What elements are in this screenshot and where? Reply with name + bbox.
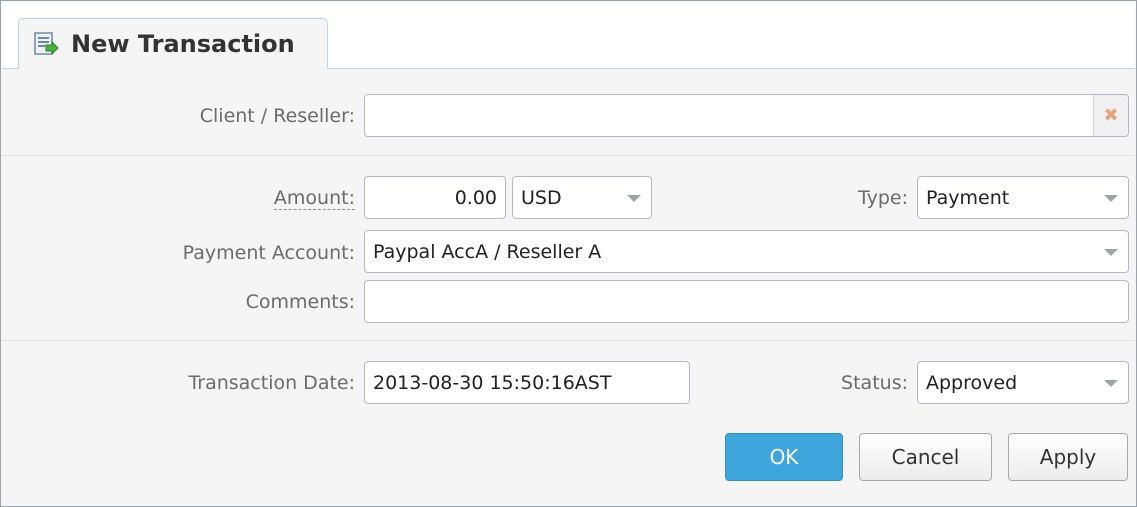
payment-account-label: Payment Account: — [182, 242, 355, 264]
amount-label: Amount: — [273, 187, 355, 210]
status-select[interactable]: Approved — [917, 361, 1129, 404]
client-reseller-input[interactable]: ✖ — [364, 94, 1129, 137]
chevron-down-icon — [627, 194, 641, 202]
comments-input[interactable] — [364, 280, 1129, 323]
tab-new-transaction[interactable]: New Transaction — [18, 18, 328, 69]
payment-account-select[interactable]: Paypal AccA / Reseller A — [364, 230, 1129, 273]
amount-input[interactable]: 0.00 — [364, 176, 506, 219]
separator-2 — [2, 340, 1135, 341]
tab-title: New Transaction — [71, 30, 295, 58]
new-transaction-window: New Transaction Client / Reseller: ✖ Amo… — [0, 0, 1137, 507]
chevron-down-icon — [1104, 194, 1118, 202]
chevron-down-icon — [1104, 248, 1118, 256]
apply-button[interactable]: Apply — [1008, 433, 1128, 481]
ok-button[interactable]: OK — [725, 433, 843, 481]
transaction-date-input[interactable]: 2013-08-30 15:50:16AST — [364, 361, 690, 404]
type-select[interactable]: Payment — [917, 176, 1129, 219]
cancel-button[interactable]: Cancel — [859, 433, 992, 481]
transaction-date-label: Transaction Date: — [188, 372, 355, 394]
client-reseller-label: Client / Reseller: — [199, 105, 355, 127]
comments-label: Comments: — [245, 291, 355, 313]
transaction-form-icon — [34, 32, 59, 56]
currency-select[interactable]: USD — [512, 176, 652, 219]
clear-client-button[interactable]: ✖ — [1093, 95, 1128, 136]
status-label: Status: — [841, 372, 908, 394]
type-label: Type: — [857, 187, 908, 209]
tab-bar: New Transaction — [2, 2, 1135, 69]
chevron-down-icon — [1104, 379, 1118, 387]
separator-1 — [2, 155, 1135, 156]
clear-icon: ✖ — [1103, 105, 1119, 126]
